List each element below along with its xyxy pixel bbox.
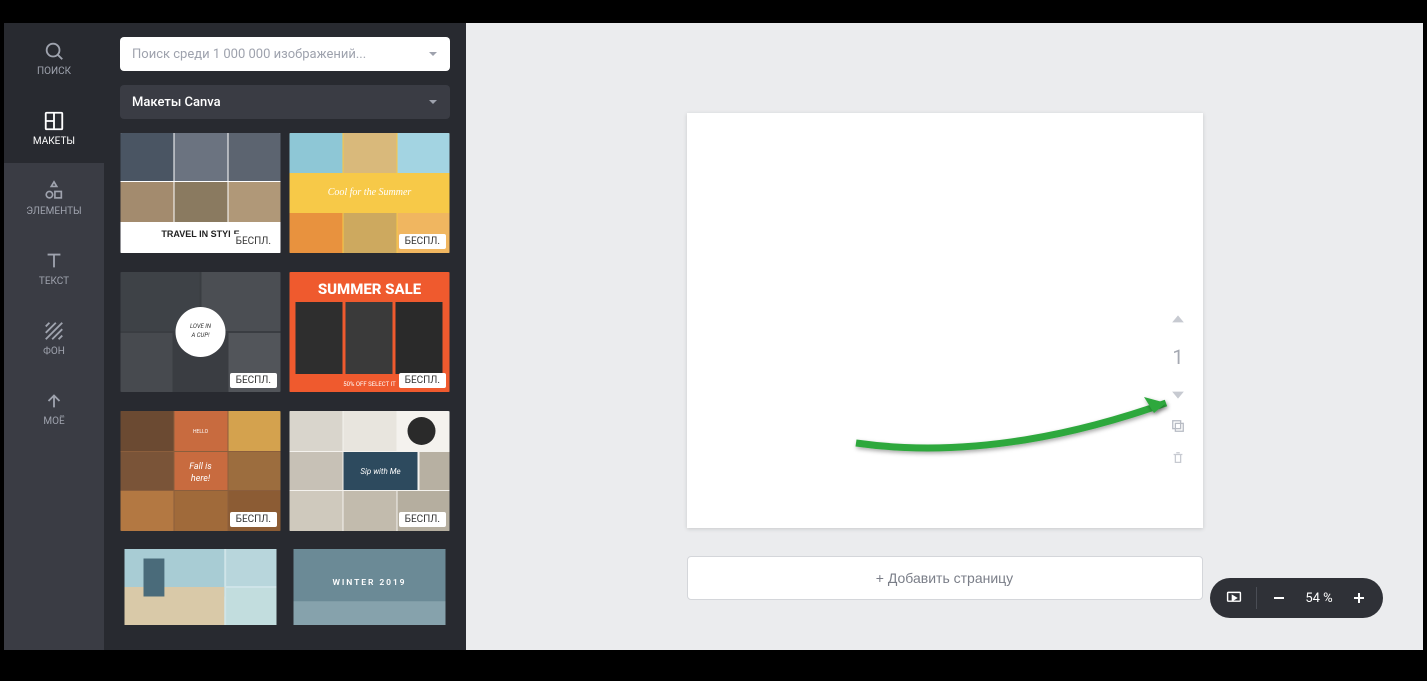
template-tile[interactable]: TRAVEL IN STYLE БЕСПЛ. <box>120 133 281 253</box>
free-badge: БЕСПЛ. <box>399 373 446 388</box>
template-grid: TRAVEL IN STYLE БЕСПЛ. Cool for the Summ… <box>120 133 450 636</box>
nav-elements-label: ЭЛЕМЕНТЫ <box>26 206 81 217</box>
zoom-out-icon[interactable] <box>1271 590 1287 606</box>
nav-text-label: ТЕКСТ <box>39 276 69 287</box>
free-badge: БЕСПЛ. <box>399 234 446 249</box>
svg-text:Cool for the Summer: Cool for the Summer <box>328 187 412 198</box>
tile-art <box>120 549 281 625</box>
page-up-icon[interactable] <box>1171 313 1185 327</box>
category-select[interactable]: Макеты Canva <box>120 85 450 119</box>
svg-text:Fall is: Fall is <box>189 462 212 472</box>
svg-text:here!: here! <box>191 474 211 484</box>
svg-text:SUMMER SALE: SUMMER SALE <box>318 280 422 298</box>
nav-search[interactable]: ПОИСК <box>4 23 104 93</box>
nav-uploads[interactable]: МОЁ <box>4 373 104 443</box>
templates-panel: Поиск среди 1 000 000 изображений... Мак… <box>104 23 466 650</box>
template-tile[interactable]: SUMMER SALE 50% OFF SELECT IT БЕСПЛ. <box>289 272 450 392</box>
copy-page-icon[interactable] <box>1171 419 1185 433</box>
chevron-down-icon <box>428 97 438 107</box>
canvas[interactable] <box>687 113 1203 528</box>
templates-icon <box>43 110 65 132</box>
svg-text:LOVE IN: LOVE IN <box>190 323 212 330</box>
sidebar-nav: ПОИСК МАКЕТЫ ЭЛЕМЕНТЫ ТЕКСТ ФОН МОЁ <box>4 23 104 650</box>
nav-background[interactable]: ФОН <box>4 303 104 373</box>
svg-text:WINTER 2019: WINTER 2019 <box>333 578 407 588</box>
free-badge: БЕСПЛ. <box>399 512 446 527</box>
category-selected: Макеты Canva <box>132 95 221 110</box>
nav-elements[interactable]: ЭЛЕМЕНТЫ <box>4 163 104 233</box>
template-tile[interactable]: Cool for the Summer БЕСПЛ. <box>289 133 450 253</box>
nav-text[interactable]: ТЕКСТ <box>4 233 104 303</box>
nav-templates[interactable]: МАКЕТЫ <box>4 93 104 163</box>
elements-icon <box>43 180 65 202</box>
template-tile[interactable]: HELLO Fall is here! БЕСПЛ. <box>120 411 281 531</box>
chevron-down-icon <box>428 49 438 59</box>
separator <box>1256 587 1257 609</box>
template-tile[interactable]: LOVE IN A CUP! БЕСПЛ. <box>120 272 281 392</box>
zoom-bar: 54 % <box>1210 578 1383 618</box>
canvas-area: + Добавить страницу 1 <box>466 23 1423 650</box>
template-tile[interactable] <box>120 549 281 625</box>
free-badge: БЕСПЛ. <box>230 373 277 388</box>
background-icon <box>43 320 65 342</box>
svg-text:TRAVEL IN STYLE: TRAVEL IN STYLE <box>161 229 239 239</box>
template-tile[interactable]: WINTER 2019 <box>289 549 450 625</box>
search-placeholder: Поиск среди 1 000 000 изображений... <box>132 47 366 62</box>
nav-search-label: ПОИСК <box>37 66 71 77</box>
svg-text:HELLO: HELLO <box>193 429 209 435</box>
zoom-in-icon[interactable] <box>1351 590 1367 606</box>
add-page-button[interactable]: + Добавить страницу <box>687 556 1203 600</box>
page-number: 1 <box>1172 345 1183 369</box>
page-controls: 1 <box>1171 313 1185 465</box>
svg-text:50% OFF SELECT IT: 50% OFF SELECT IT <box>343 381 396 388</box>
uploads-icon <box>43 390 65 412</box>
delete-page-icon[interactable] <box>1171 451 1185 465</box>
text-icon <box>43 250 65 272</box>
nav-templates-label: МАКЕТЫ <box>33 136 75 147</box>
zoom-level: 54 % <box>1301 591 1337 606</box>
free-badge: БЕСПЛ. <box>230 234 277 249</box>
nav-background-label: ФОН <box>43 346 65 357</box>
template-tile[interactable]: Sip with Me БЕСПЛ. <box>289 411 450 531</box>
tile-art: WINTER 2019 <box>289 549 450 625</box>
svg-text:A CUP!: A CUP! <box>190 332 210 339</box>
free-badge: БЕСПЛ. <box>230 512 277 527</box>
page-down-icon[interactable] <box>1171 387 1185 401</box>
search-icon <box>43 40 65 62</box>
nav-uploads-label: МОЁ <box>43 416 64 427</box>
svg-text:Sip with Me: Sip with Me <box>360 467 400 476</box>
presentation-icon[interactable] <box>1226 590 1242 606</box>
search-input[interactable]: Поиск среди 1 000 000 изображений... <box>120 37 450 71</box>
